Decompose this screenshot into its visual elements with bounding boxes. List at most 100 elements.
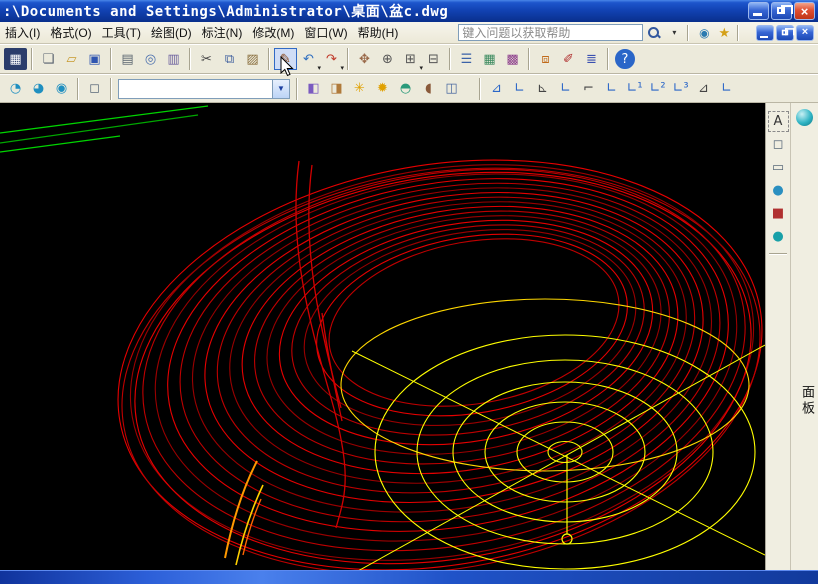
orbit-sphere-button[interactable]: ●: [768, 180, 789, 201]
menu-modify[interactable]: 修改(M): [247, 21, 299, 44]
publish-button[interactable]: ▥: [162, 48, 185, 70]
render-region-button[interactable]: ■: [768, 203, 789, 224]
communication-center-button[interactable]: ◉: [695, 24, 713, 42]
ucs-y-button[interactable]: ∟: [715, 78, 738, 100]
sphere-3d-button[interactable]: ●: [768, 226, 789, 247]
close-button[interactable]: ×: [794, 2, 815, 20]
text-annotation-icon: A: [774, 115, 783, 128]
help-button[interactable]: ?: [615, 49, 635, 69]
redo-button[interactable]: ↷▾: [320, 48, 343, 70]
visual-style-shaded-button[interactable]: ◨: [325, 78, 348, 100]
chevron-down-icon[interactable]: ▼: [272, 80, 289, 98]
text-annotation-button[interactable]: A: [768, 111, 789, 132]
box-3d-icon: ◻: [773, 138, 784, 151]
render-button[interactable]: ◖: [417, 78, 440, 100]
box-3d-button[interactable]: ◻: [768, 134, 789, 155]
ucs-object-button[interactable]: ⌐: [577, 78, 600, 100]
toolbar-separator: [77, 78, 79, 100]
constrained-orbit-icon: ◔: [10, 82, 21, 95]
doc-minimize-button[interactable]: [756, 25, 774, 41]
light-button[interactable]: ✹: [371, 78, 394, 100]
search-button[interactable]: [645, 24, 663, 42]
menu-window[interactable]: 窗口(W): [299, 21, 352, 44]
quick-calc-icon: ≣: [586, 53, 597, 66]
markup-set-manager-button[interactable]: ✐: [557, 48, 580, 70]
title-bar[interactable]: :\Documents and Settings\Administrator\桌…: [0, 0, 818, 22]
zoom-previous-button[interactable]: ⊟: [422, 48, 445, 70]
ucs-zaxis-button[interactable]: ∟²: [646, 78, 669, 100]
match-properties-button[interactable]: ✎: [274, 48, 297, 70]
navigation-toolbar: ◔◕◉◻ ▼ ◧◨✳✹◓◖◫⊿∟⊾∟⌐∟∟¹∟²∟³⊿∟: [0, 74, 818, 103]
doc-restore-button[interactable]: [776, 25, 794, 41]
named-views-combobox[interactable]: ▼: [118, 79, 290, 99]
ucs-x-icon: ⊿: [698, 82, 709, 95]
zoom-realtime-button[interactable]: ⊕: [376, 48, 399, 70]
copy-icon: ⧉: [225, 53, 234, 66]
menu-help[interactable]: 帮助(H): [353, 21, 404, 44]
menu-dimension[interactable]: 标注(N): [197, 21, 248, 44]
menu-separator: [737, 25, 739, 41]
ucs-object-icon: ⌐: [583, 82, 594, 95]
command-window-titlebar[interactable]: [0, 570, 818, 584]
menu-draw[interactable]: 绘图(D): [146, 21, 197, 44]
materials-button[interactable]: ◓: [394, 78, 417, 100]
tool-palettes-button[interactable]: ▩: [501, 48, 524, 70]
toolbar-separator: [347, 48, 349, 70]
quick-calc-button[interactable]: ≣: [580, 48, 603, 70]
ucs-previous-icon: ⊾: [537, 82, 548, 95]
workspace-button[interactable]: ▦: [4, 48, 27, 70]
camera-button[interactable]: ◻: [83, 78, 106, 100]
help-search-input[interactable]: [458, 24, 643, 41]
render-environment-button[interactable]: ◫: [440, 78, 463, 100]
minimize-button[interactable]: [748, 2, 769, 20]
doc-minimize-icon: [760, 36, 768, 38]
save-button[interactable]: ▣: [83, 48, 106, 70]
ucs-view-button[interactable]: ∟: [600, 78, 623, 100]
render-icon: ◖: [425, 82, 432, 95]
menu-tools[interactable]: 工具(T): [97, 21, 146, 44]
ucs-button[interactable]: ⊿: [485, 78, 508, 100]
open-button[interactable]: ▱: [60, 48, 83, 70]
new-button[interactable]: ❏: [37, 48, 60, 70]
continuous-orbit-button[interactable]: ◉: [50, 78, 73, 100]
sphere-3d-icon: ●: [772, 230, 783, 243]
restore-icon: [777, 7, 785, 14]
ucs-origin-button[interactable]: ∟¹: [623, 78, 646, 100]
red-rings: [85, 112, 765, 570]
free-orbit-button[interactable]: ◕: [27, 78, 50, 100]
ucs-face-button[interactable]: ∟: [554, 78, 577, 100]
window-title: :\Documents and Settings\Administrator\桌…: [0, 1, 748, 21]
favorites-star-button[interactable]: ★: [715, 24, 733, 42]
toolbar-separator: [296, 78, 298, 100]
ucs-previous-button[interactable]: ⊾: [531, 78, 554, 100]
drawing-canvas[interactable]: [0, 103, 765, 570]
visual-style-box-button[interactable]: ◧: [302, 78, 325, 100]
search-dropdown-button[interactable]: ▾: [665, 24, 683, 42]
properties-button[interactable]: ☰: [455, 48, 478, 70]
doc-close-button[interactable]: ×: [796, 25, 814, 41]
visual-style-shaded-icon: ◨: [330, 82, 342, 95]
undo-button[interactable]: ↶▾: [297, 48, 320, 70]
3d-make-panel-icon[interactable]: [796, 109, 813, 126]
zoom-window-button[interactable]: ⊞▾: [399, 48, 422, 70]
plot-button[interactable]: ▤: [116, 48, 139, 70]
restore-button[interactable]: [771, 2, 792, 20]
constrained-orbit-button[interactable]: ◔: [4, 78, 27, 100]
ucs-3point-button[interactable]: ∟³: [669, 78, 692, 100]
plot-preview-button[interactable]: ◎: [139, 48, 162, 70]
menu-insert[interactable]: 插入(I): [0, 21, 45, 44]
properties-icon: ☰: [461, 53, 473, 66]
pan-button[interactable]: ✥: [353, 48, 376, 70]
menu-format[interactable]: 格式(O): [45, 21, 96, 44]
cut-button[interactable]: ✂: [195, 48, 218, 70]
polysolid-button[interactable]: ▭: [768, 157, 789, 178]
zoom-previous-icon: ⊟: [428, 53, 439, 66]
sheet-set-manager-button[interactable]: ⧈: [534, 48, 557, 70]
ucs-world-button[interactable]: ∟: [508, 78, 531, 100]
copy-button[interactable]: ⧉: [218, 48, 241, 70]
ucs-x-button[interactable]: ⊿: [692, 78, 715, 100]
designcenter-icon: ▦: [483, 53, 495, 66]
paste-button[interactable]: ▨: [241, 48, 264, 70]
designcenter-button[interactable]: ▦: [478, 48, 501, 70]
sun-properties-button[interactable]: ✳: [348, 78, 371, 100]
